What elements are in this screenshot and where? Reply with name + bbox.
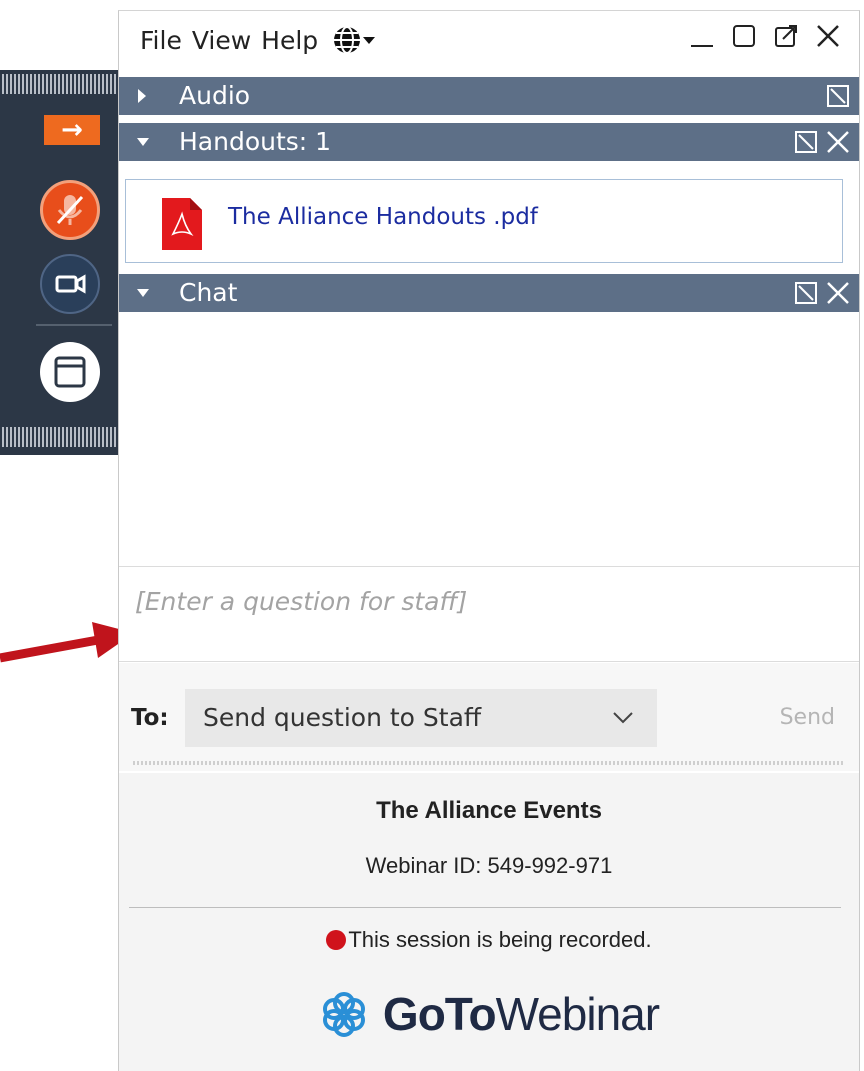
handouts-section-header[interactable]: Handouts: 1: [119, 123, 859, 161]
handouts-header-icons: [793, 129, 851, 155]
menu-view[interactable]: View: [191, 26, 252, 55]
to-label: To:: [131, 705, 169, 731]
expand-triangle-icon: [135, 77, 149, 126]
collapse-arrow-button[interactable]: →: [44, 115, 100, 145]
close-panel-icon[interactable]: [825, 129, 851, 155]
pdf-icon: [158, 196, 206, 256]
brand-wordmark: GoToWebinar: [382, 987, 660, 1041]
window-icon: [54, 356, 86, 388]
dock-grip-top[interactable]: [2, 74, 116, 94]
pop-out-panel-icon[interactable]: [793, 280, 819, 306]
send-button[interactable]: Send: [780, 705, 835, 730]
chat-section-header[interactable]: Chat: [119, 274, 859, 312]
question-placeholder: [Enter a question for staff]: [135, 587, 468, 616]
handouts-section-label: Handouts: 1: [179, 127, 332, 156]
gotowebinar-logo: GoToWebinar: [119, 987, 859, 1041]
title-bar: File View Help: [119, 11, 859, 73]
webcam-button[interactable]: [40, 254, 100, 314]
muted-mic-icon: [56, 195, 84, 225]
menu-help[interactable]: Help: [260, 26, 319, 55]
brand-webinar: Webinar: [495, 988, 660, 1040]
brand-goto: GoTo: [382, 988, 497, 1040]
pop-out-panel-icon[interactable]: [825, 83, 851, 109]
recording-text: This session is being recorded.: [348, 927, 652, 952]
recording-dot-icon: [326, 930, 347, 950]
pop-out-panel-icon[interactable]: [793, 129, 819, 155]
handout-link[interactable]: The Alliance Handouts .pdf: [228, 204, 538, 230]
event-name: The Alliance Events: [376, 797, 602, 824]
control-dock: →: [0, 70, 118, 455]
minimize-icon[interactable]: [689, 23, 715, 49]
language-menu[interactable]: [331, 25, 377, 55]
microphone-button[interactable]: [40, 180, 100, 240]
recording-notice: This session is being recorded.: [119, 927, 859, 953]
globe-icon: [334, 26, 361, 54]
chat-log[interactable]: [119, 331, 859, 563]
footer-divider: [129, 907, 841, 908]
control-panel: File View Help Audio Handouts: 1 The All…: [118, 10, 860, 1071]
webinar-id: Webinar ID: 549-992-971: [365, 853, 613, 878]
menu-file[interactable]: File: [139, 26, 183, 55]
audio-header-icons: [825, 83, 851, 109]
close-panel-icon[interactable]: [825, 280, 851, 306]
screen-viewer-button[interactable]: [40, 342, 100, 402]
audio-section-header[interactable]: Audio: [119, 77, 859, 115]
menu-bar: File View Help: [139, 25, 377, 55]
handouts-list: The Alliance Handouts .pdf: [125, 179, 843, 263]
collapse-triangle-icon: [135, 123, 151, 172]
chevron-down-icon: [613, 712, 633, 724]
close-icon[interactable]: [815, 23, 841, 49]
collapse-triangle-icon: [135, 274, 151, 323]
pop-out-icon[interactable]: [773, 23, 799, 49]
maximize-icon[interactable]: [731, 23, 757, 49]
chat-section-label: Chat: [179, 278, 238, 307]
resize-handle[interactable]: [133, 761, 845, 765]
window-controls: [689, 23, 841, 49]
recipient-selected: Send question to Staff: [203, 703, 482, 732]
arrow-to-question: [0, 622, 134, 663]
session-info-footer: The Alliance Events Webinar ID: 549-992-…: [119, 773, 859, 1071]
camera-icon: [55, 274, 86, 294]
question-input[interactable]: [Enter a question for staff]: [119, 566, 859, 662]
gotowebinar-flower-icon: [322, 992, 365, 1037]
chat-header-icons: [793, 280, 851, 306]
dock-grip-bottom[interactable]: [2, 427, 116, 447]
dropdown-caret-icon: [363, 37, 376, 44]
audio-section-label: Audio: [179, 81, 251, 110]
recipient-dropdown[interactable]: Send question to Staff: [185, 689, 657, 747]
dock-divider: [36, 324, 112, 326]
recipient-row: To: Send question to Staff Send: [119, 663, 859, 771]
